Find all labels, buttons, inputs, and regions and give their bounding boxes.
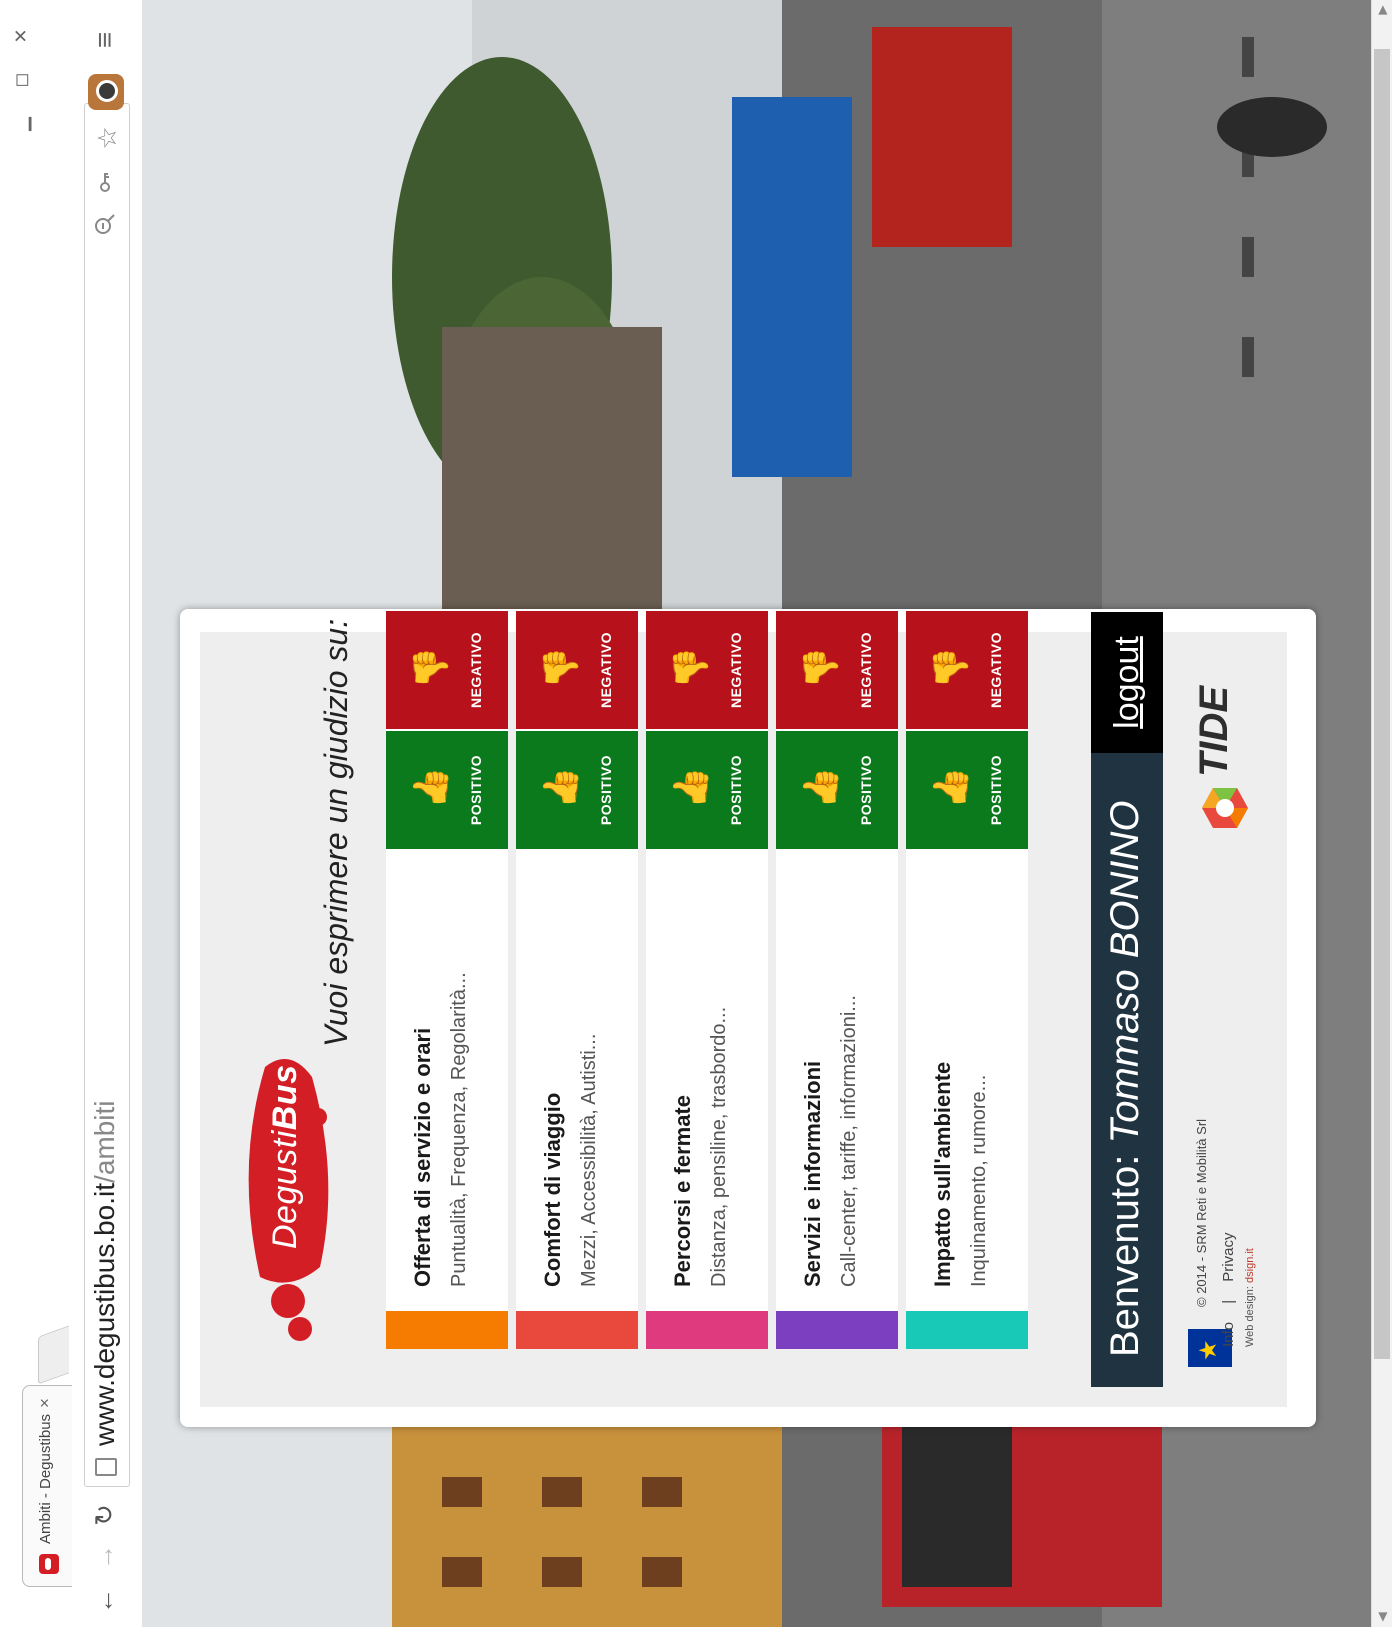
thumbs-down-icon: 👎: [672, 646, 710, 689]
category-title: Comfort di viaggio: [540, 1092, 565, 1287]
new-tab-button[interactable]: [38, 1325, 69, 1385]
logo-text-bus: Bus: [266, 1064, 304, 1131]
category-row-servizi: Servizi e informazioni Call-center, tari…: [776, 609, 898, 1349]
category-row-comfort: Comfort di viaggio Mezzi, Accessibilità,…: [516, 609, 638, 1349]
footer-links: Info | Privacy: [1220, 1219, 1237, 1347]
thumbs-down-icon: 👎: [542, 646, 580, 689]
tab-title: Ambiti - Degustibus: [37, 1413, 54, 1544]
welcome-bar: Benvenuto: Tommaso BONINO: [1091, 753, 1163, 1387]
welcome-text: Benvenuto: Tommaso BONINO: [1103, 800, 1147, 1357]
thumbs-up-icon: 👍: [542, 766, 580, 809]
copyright-text: © 2014 - SRM Reti e Mobilità Srl: [1194, 1118, 1209, 1307]
negative-button[interactable]: 👎 NEGATIVO: [776, 611, 898, 729]
tide-logo-icon: [1202, 788, 1248, 828]
category-color-stripe: [386, 1311, 508, 1349]
url-text[interactable]: www.degustibus.bo.it/ambiti: [89, 1100, 121, 1446]
positive-button[interactable]: 👍 POSITIVO: [646, 731, 768, 849]
page-icon: [95, 1458, 117, 1476]
positive-label: POSITIVO: [598, 754, 614, 826]
rating-card: DegustiBus Vuoi esprimere un giudizio su…: [180, 609, 1316, 1427]
tide-logo-text: TIDE: [1192, 685, 1236, 777]
category-subtitle: Mezzi, Accessibilità, Autisti...: [578, 1033, 600, 1287]
camera-extension-icon[interactable]: [88, 74, 124, 110]
web-design-credit[interactable]: Web design: dsign.it: [1244, 1248, 1256, 1347]
positive-label: POSITIVO: [468, 754, 484, 826]
key-icon[interactable]: [93, 168, 121, 196]
negative-button[interactable]: 👎 NEGATIVO: [646, 611, 768, 729]
category-color-stripe: [906, 1311, 1028, 1349]
category-color-stripe: [516, 1311, 638, 1349]
category-row-ambiente: Impatto sull'ambiente Inquinamento, rumo…: [906, 609, 1028, 1349]
back-icon[interactable]: ←: [88, 1585, 120, 1617]
category-row-offerta: Offerta di servizio e orari Puntualità, …: [386, 609, 508, 1349]
thumbs-down-icon: 👎: [412, 646, 450, 689]
scroll-right-icon[interactable]: ▶: [1372, 0, 1392, 20]
minimize-icon[interactable]: ▁: [4, 104, 38, 144]
browser-toolbar: ← → ↻ www.degustibus.bo.it/ambiti ☆ ≡: [72, 0, 143, 1627]
degustibus-favicon-icon: [39, 1554, 59, 1574]
scrollbar-thumb[interactable]: [1374, 49, 1390, 1359]
info-link[interactable]: Info: [1220, 1322, 1237, 1347]
thumbs-up-icon: 👍: [672, 766, 710, 809]
category-color-stripe: [646, 1311, 768, 1349]
category-subtitle: Call-center, tariffe, informazioni...: [838, 995, 860, 1287]
category-subtitle: Distanza, pensiline, trasbordo...: [708, 1006, 730, 1287]
category-title: Impatto sull'ambiente: [930, 1061, 955, 1287]
privacy-link[interactable]: Privacy: [1220, 1233, 1237, 1282]
category-title: Servizi e informazioni: [800, 1060, 825, 1287]
negative-label: NEGATIVO: [728, 631, 744, 709]
category-title: Offerta di servizio e orari: [410, 1027, 435, 1287]
scroll-left-icon[interactable]: ◀: [1372, 1607, 1392, 1627]
browser-tab[interactable]: Ambiti - Degustibus ×: [22, 1385, 73, 1587]
maximize-icon[interactable]: ◻: [4, 60, 38, 100]
positive-label: POSITIVO: [858, 754, 874, 826]
negative-label: NEGATIVO: [598, 631, 614, 709]
link-separator: |: [1220, 1299, 1237, 1304]
category-row-percorsi: Percorsi e fermate Distanza, pensiline, …: [646, 609, 768, 1349]
zoom-icon[interactable]: [93, 210, 121, 238]
thumbs-up-icon: 👍: [932, 766, 970, 809]
logout-link[interactable]: logout: [1091, 612, 1163, 753]
positive-button[interactable]: 👍 POSITIVO: [386, 731, 508, 849]
thumbs-down-icon: 👎: [802, 646, 840, 689]
negative-button[interactable]: 👎 NEGATIVO: [386, 611, 508, 729]
logo-text-degusti: Degusti: [266, 1130, 304, 1249]
degustibus-logo: DegustiBus: [230, 1047, 330, 1347]
address-bar[interactable]: www.degustibus.bo.it/ambiti ☆: [84, 103, 130, 1487]
forward-icon[interactable]: →: [88, 1541, 120, 1573]
category-subtitle: Inquinamento, rumore...: [968, 1074, 990, 1287]
thumbs-up-icon: 👍: [802, 766, 840, 809]
positive-label: POSITIVO: [728, 754, 744, 826]
bookmark-star-icon[interactable]: ☆: [92, 124, 122, 152]
thumbs-down-icon: 👎: [932, 646, 970, 689]
close-window-icon[interactable]: ✕: [4, 16, 38, 56]
negative-label: NEGATIVO: [858, 631, 874, 709]
negative-label: NEGATIVO: [468, 631, 484, 709]
positive-button[interactable]: 👍 POSITIVO: [516, 731, 638, 849]
reload-icon[interactable]: ↻: [88, 1499, 120, 1531]
horizontal-scrollbar[interactable]: ◀ ▶: [1371, 0, 1392, 1627]
positive-label: POSITIVO: [988, 754, 1004, 826]
user-name: Tommaso BONINO: [1103, 800, 1147, 1144]
positive-button[interactable]: 👍 POSITIVO: [906, 731, 1028, 849]
category-title: Percorsi e fermate: [670, 1095, 695, 1287]
card-panel: DegustiBus Vuoi esprimere un giudizio su…: [200, 609, 1287, 1407]
negative-label: NEGATIVO: [988, 631, 1004, 709]
category-subtitle: Puntualità, Frequenza, Regolarità...: [448, 972, 470, 1287]
negative-button[interactable]: 👎 NEGATIVO: [906, 611, 1028, 729]
positive-button[interactable]: 👍 POSITIVO: [776, 731, 898, 849]
rating-prompt: Vuoi esprimere un giudizio su:: [318, 618, 354, 1047]
page-viewport: DegustiBus Vuoi esprimere un giudizio su…: [142, 0, 1371, 1627]
negative-button[interactable]: 👎 NEGATIVO: [516, 611, 638, 729]
browser-menu-icon[interactable]: ≡: [88, 23, 122, 57]
tab-strip: Ambiti - Degustibus × ▁ ◻ ✕: [0, 0, 73, 1627]
category-color-stripe: [776, 1311, 898, 1349]
tab-close-icon[interactable]: ×: [35, 1398, 55, 1408]
thumbs-up-icon: 👍: [412, 766, 450, 809]
